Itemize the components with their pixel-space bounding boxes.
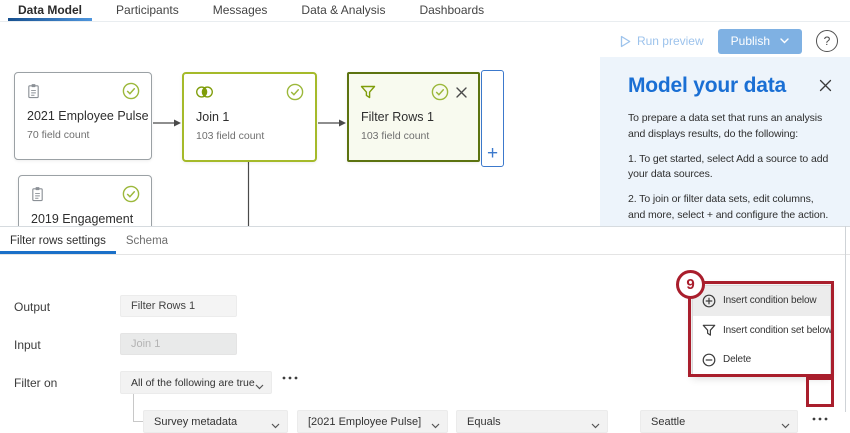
chevron-down-icon	[255, 381, 264, 393]
condition-operator-dropdown[interactable]: Equals	[456, 410, 608, 433]
condition-source-dropdown[interactable]: [2021 Employee Pulse]	[297, 410, 448, 433]
condition-connector-line	[133, 394, 134, 421]
survey-clipboard-icon	[30, 186, 45, 202]
filter-logic-value: All of the following are true	[131, 377, 255, 389]
remove-node-icon[interactable]	[456, 87, 467, 98]
input-label: Input	[14, 338, 41, 352]
tab-dashboards[interactable]: Dashboards	[409, 0, 494, 21]
condition-context-menu: Insert condition below Insert condition …	[692, 285, 831, 376]
tab-participants[interactable]: Participants	[106, 0, 189, 21]
tab-data-model[interactable]: Data Model	[8, 0, 92, 21]
filter-group-options-button[interactable]	[278, 372, 302, 384]
question-mark-icon: ?	[824, 34, 831, 48]
play-icon	[620, 35, 631, 48]
input-input	[120, 333, 237, 355]
output-label: Output	[14, 300, 50, 314]
plus-circle-icon	[702, 294, 716, 308]
node-title: 2019 Engagement	[31, 212, 139, 226]
publish-button[interactable]: Publish	[718, 29, 802, 54]
condition-field-value: Survey metadata	[154, 416, 237, 428]
panel-step2-text: 2. To join or filter data sets, edit col…	[628, 192, 833, 224]
chevron-down-icon	[780, 38, 789, 44]
status-check-icon	[431, 83, 449, 101]
tab-messages[interactable]: Messages	[203, 0, 278, 21]
ellipsis-icon	[812, 409, 828, 424]
chevron-down-icon	[271, 420, 280, 432]
menu-item-label: Delete	[723, 354, 751, 365]
model-your-data-panel: Model your data To prepare a data set th…	[600, 57, 850, 226]
node-join-1[interactable]: Join 1 103 field count	[182, 72, 317, 162]
tab-data-analysis[interactable]: Data & Analysis	[291, 0, 395, 21]
help-button[interactable]: ?	[816, 30, 838, 52]
minus-circle-icon	[702, 353, 716, 367]
filter-funnel-icon	[702, 324, 716, 337]
menu-item-delete[interactable]: Delete	[693, 345, 830, 375]
condition-value-dropdown[interactable]: Seattle	[640, 410, 798, 433]
node-filter-rows-1[interactable]: Filter Rows 1 103 field count	[347, 72, 480, 162]
filter-funnel-icon	[360, 85, 376, 99]
primary-nav: Data Model Participants Messages Data & …	[0, 0, 850, 22]
settings-tabs: Filter rows settings Schema	[0, 227, 850, 255]
run-preview-label: Run preview	[637, 34, 704, 48]
node-field-count: 70 field count	[27, 129, 139, 141]
node-field-count: 103 field count	[361, 130, 466, 142]
chevron-down-icon	[781, 420, 790, 432]
toolbar: Run preview Publish ?	[620, 28, 838, 54]
node-title: 2021 Employee Pulse	[27, 109, 139, 123]
node-title: Join 1	[196, 110, 303, 124]
status-check-icon	[286, 83, 304, 101]
panel-edge-divider	[845, 226, 846, 412]
ellipsis-icon	[282, 368, 298, 383]
survey-clipboard-icon	[26, 83, 41, 99]
add-action-box: +	[481, 70, 504, 167]
filter-on-label: Filter on	[14, 376, 57, 390]
condition-value-value: Seattle	[651, 416, 685, 428]
node-field-count: 103 field count	[196, 130, 303, 142]
chevron-down-icon	[591, 420, 600, 432]
add-action-button[interactable]: +	[482, 143, 503, 165]
condition-connector-line	[133, 421, 143, 422]
menu-item-label: Insert condition below	[723, 295, 816, 306]
condition-options-button[interactable]	[808, 413, 832, 425]
panel-intro-text: To prepare a data set that runs an analy…	[628, 111, 833, 143]
close-icon[interactable]	[819, 79, 832, 92]
join-icon	[195, 85, 214, 99]
output-input[interactable]	[120, 295, 237, 317]
menu-item-insert-condition-below[interactable]: Insert condition below	[693, 286, 830, 316]
menu-item-insert-condition-set-below[interactable]: Insert condition set below	[693, 316, 830, 346]
status-check-icon	[122, 185, 140, 203]
node-title: Filter Rows 1	[361, 110, 466, 124]
panel-step1-text: 1. To get started, select Add a source t…	[628, 152, 833, 184]
node-2021-employee-pulse[interactable]: 2021 Employee Pulse 70 field count	[14, 72, 152, 160]
filter-logic-dropdown[interactable]: All of the following are true	[120, 371, 272, 394]
tab-filter-rows-settings[interactable]: Filter rows settings	[0, 227, 116, 254]
tab-schema[interactable]: Schema	[116, 227, 178, 254]
condition-source-value: [2021 Employee Pulse]	[308, 416, 421, 428]
condition-operator-value: Equals	[467, 416, 501, 428]
panel-title: Model your data	[628, 74, 850, 98]
status-check-icon	[122, 82, 140, 100]
menu-item-label: Insert condition set below	[723, 325, 832, 336]
app-window: Data Model Participants Messages Data & …	[0, 0, 850, 412]
run-preview-button[interactable]: Run preview	[620, 34, 704, 48]
chevron-down-icon	[431, 420, 440, 432]
condition-field-dropdown[interactable]: Survey metadata	[143, 410, 288, 433]
publish-label: Publish	[731, 34, 770, 48]
